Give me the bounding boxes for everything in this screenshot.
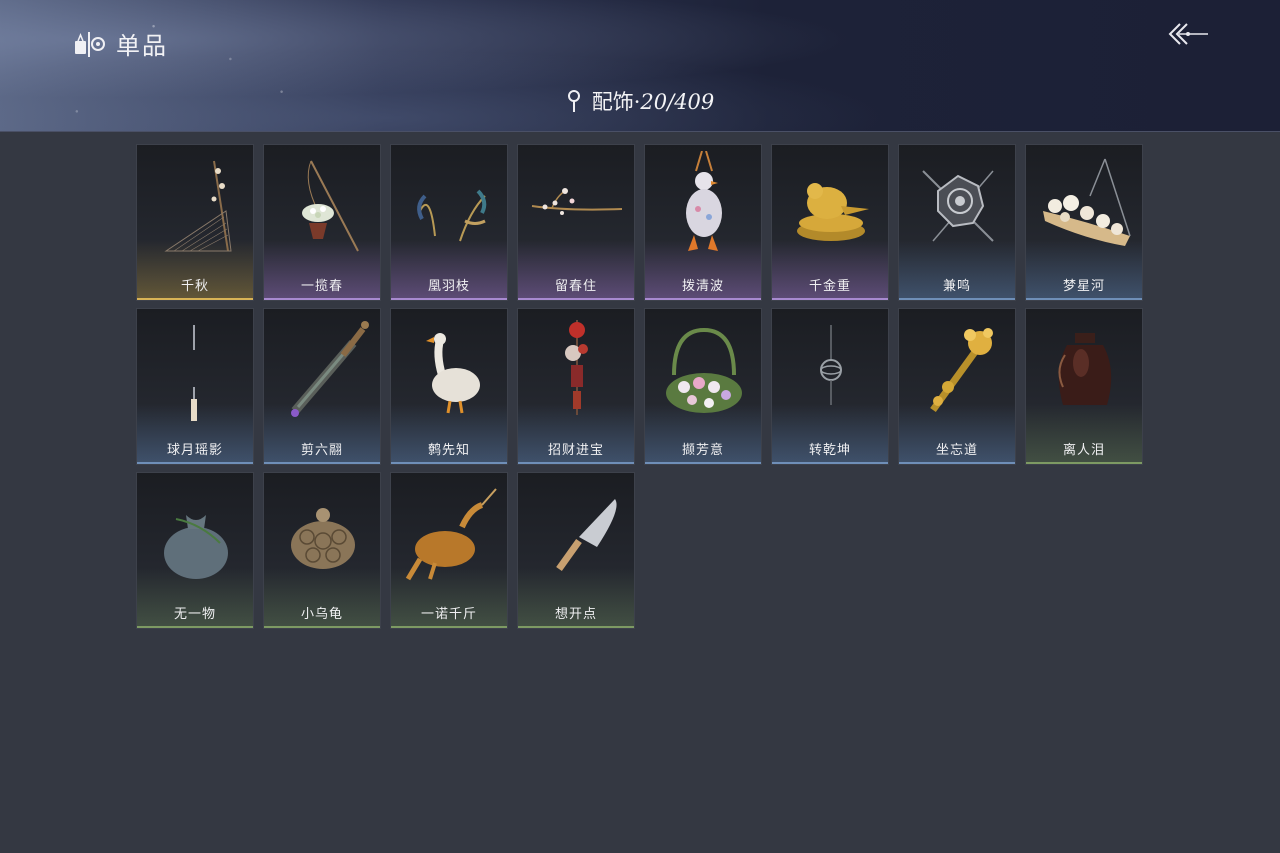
item-name: 拨清波 [681,279,724,294]
flower-swing-icon [1035,151,1135,261]
item-name: 小乌龟 [300,607,343,622]
quality-line [518,462,634,464]
item-card[interactable]: 坐忘道 [898,308,1016,465]
golden-scepter-icon [908,315,1008,425]
quality-line [772,462,888,464]
quality-line [645,462,761,464]
brand: 单品 [74,26,168,61]
item-name: 想开点 [554,607,597,622]
quality-line [264,626,380,628]
item-name: 千秋 [180,279,209,294]
swing-bench-icon [146,151,246,261]
turtle-icon [273,479,373,589]
quality-line [137,462,253,464]
item-grid: 千秋 一揽春 凰羽枝 留春住 拨清波 千金重 兼鸣 梦星河 球月瑶影 剪六翮 鹩… [136,144,1143,629]
item-name: 梦星河 [1062,279,1105,294]
crescent-pendant-icon [146,315,246,425]
category-header: 配饰·20/409 [0,86,1280,116]
cloth-sack-icon [146,479,246,589]
item-card[interactable]: 剪六翮 [263,308,381,465]
item-card[interactable]: 离人泪 [1025,308,1143,465]
wine-jar-icon [1035,315,1135,425]
item-card[interactable]: 撷芳意 [644,308,762,465]
item-card[interactable]: 想开点 [517,472,635,629]
item-card[interactable]: 球月瑶影 [136,308,254,465]
item-card[interactable]: 兼鸣 [898,144,1016,301]
quality-line [1026,462,1142,464]
header-banner: 单品 配饰·20/409 [0,0,1280,132]
short-sword-icon [273,315,373,425]
armillary-pendant-icon [781,315,881,425]
item-card[interactable]: 鹩先知 [390,308,508,465]
quality-line [899,462,1015,464]
flower-basket-pole-icon [273,151,373,261]
item-card[interactable]: 千金重 [771,144,889,301]
item-card[interactable]: 招财进宝 [517,308,635,465]
roast-chicken-icon [400,479,500,589]
item-name: 离人泪 [1062,443,1105,458]
flower-wreath-icon [654,315,754,425]
goose-pendant-icon [654,150,754,261]
item-name: 千金重 [808,279,851,294]
item-name: 球月瑶影 [166,443,223,458]
category-name: 配饰 [591,90,634,114]
quality-line [264,462,380,464]
item-name: 留春住 [554,279,597,294]
item-card[interactable]: 留春住 [517,144,635,301]
item-card[interactable]: 千秋 [136,144,254,301]
quality-line [391,626,507,628]
item-card[interactable]: 梦星河 [1025,144,1143,301]
item-card[interactable]: 一诺千斤 [390,472,508,629]
item-name: 坐忘道 [935,443,978,458]
wardrobe-icon [75,31,105,57]
golden-bird-icon [781,151,881,261]
item-name: 凰羽枝 [427,279,470,294]
quality-line [1026,298,1142,300]
location-pin-icon [567,90,580,112]
item-name: 转乾坤 [808,443,851,458]
feather-branch-icon [400,151,500,261]
item-name: 鹩先知 [427,443,470,458]
back-arrow-icon[interactable] [1166,18,1210,52]
item-card[interactable]: 凰羽枝 [390,144,508,301]
item-name: 撷芳意 [681,443,724,458]
quality-line [137,298,253,300]
quality-line [645,298,761,300]
quality-line [391,298,507,300]
quality-line [772,298,888,300]
item-card[interactable]: 无一物 [136,472,254,629]
item-name: 一诺千斤 [420,607,477,622]
lucky-charm-icon [527,315,627,425]
page-title: 单品 [116,32,168,60]
item-name: 兼鸣 [942,279,971,294]
item-name: 一揽春 [300,279,343,294]
category-count: 20/409 [640,90,715,114]
item-card[interactable]: 拨清波 [644,144,762,301]
category-label: 配饰·20/409 [592,86,715,116]
quality-line [899,298,1015,300]
quality-line [391,462,507,464]
quality-line [264,298,380,300]
item-card[interactable]: 一揽春 [263,144,381,301]
item-card[interactable]: 小乌龟 [263,472,381,629]
item-card[interactable]: 转乾坤 [771,308,889,465]
item-name: 招财进宝 [547,443,604,458]
kitchen-knife-icon [527,479,627,589]
white-goose-icon [400,315,500,425]
ornate-medallion-icon [908,151,1008,261]
quality-line [137,626,253,628]
blossom-branch-icon [527,151,627,261]
item-name: 无一物 [173,607,216,622]
quality-line [518,626,634,628]
quality-line [518,298,634,300]
item-name: 剪六翮 [300,443,343,458]
